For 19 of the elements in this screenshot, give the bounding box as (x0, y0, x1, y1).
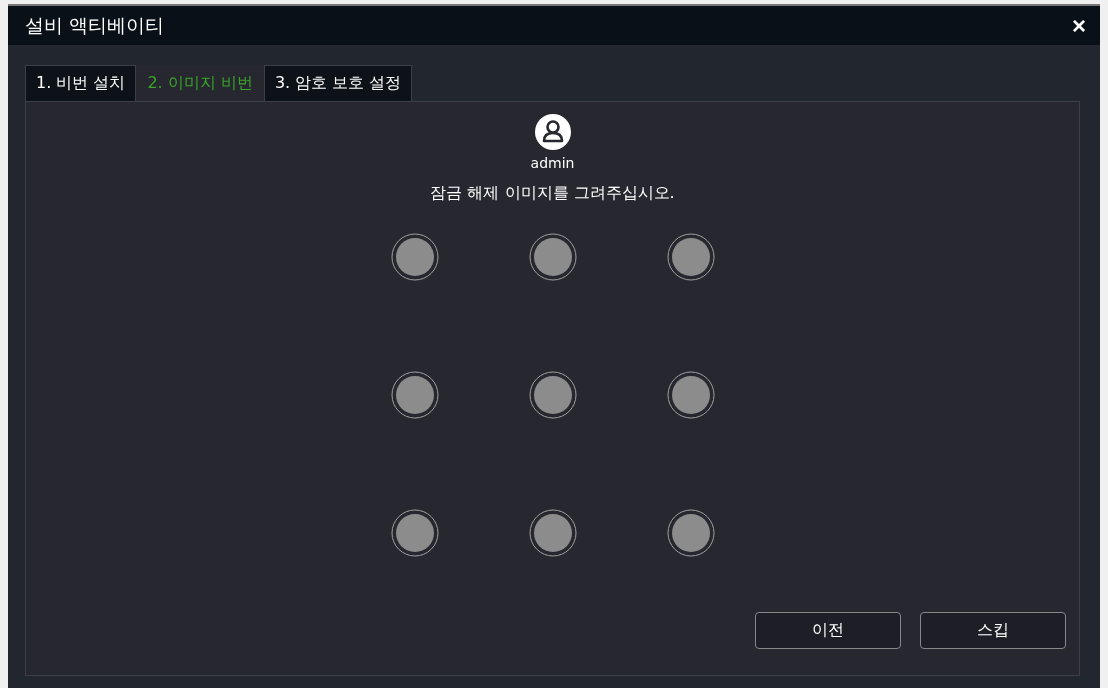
pattern-dot[interactable] (528, 233, 577, 281)
dialog-button[interactable]: 이전 (755, 612, 901, 649)
tab[interactable]: 3. 암호 보호 설정 (263, 65, 413, 101)
tab[interactable]: 1. 비번 설치 (25, 65, 137, 101)
close-button[interactable]: × (1068, 13, 1090, 38)
pattern-dot[interactable] (528, 371, 577, 419)
pattern-dot[interactable] (666, 509, 715, 557)
window-title: 설비 액티베이티 (25, 12, 165, 38)
instruction-text: 잠금 해제 이미지를 그려주십시오. (430, 183, 675, 204)
pattern-dot[interactable] (390, 509, 439, 557)
pattern-dot[interactable] (390, 233, 439, 281)
pattern-dot[interactable] (528, 509, 577, 557)
pattern-dot[interactable] (390, 371, 439, 419)
pattern-dot[interactable] (666, 233, 715, 281)
user-avatar-icon (534, 114, 571, 150)
username: admin (530, 155, 575, 171)
tab[interactable]: 2. 이미지 비번 (136, 65, 264, 101)
dialog-button[interactable]: 스킵 (920, 612, 1066, 649)
pattern-dot[interactable] (666, 371, 715, 419)
